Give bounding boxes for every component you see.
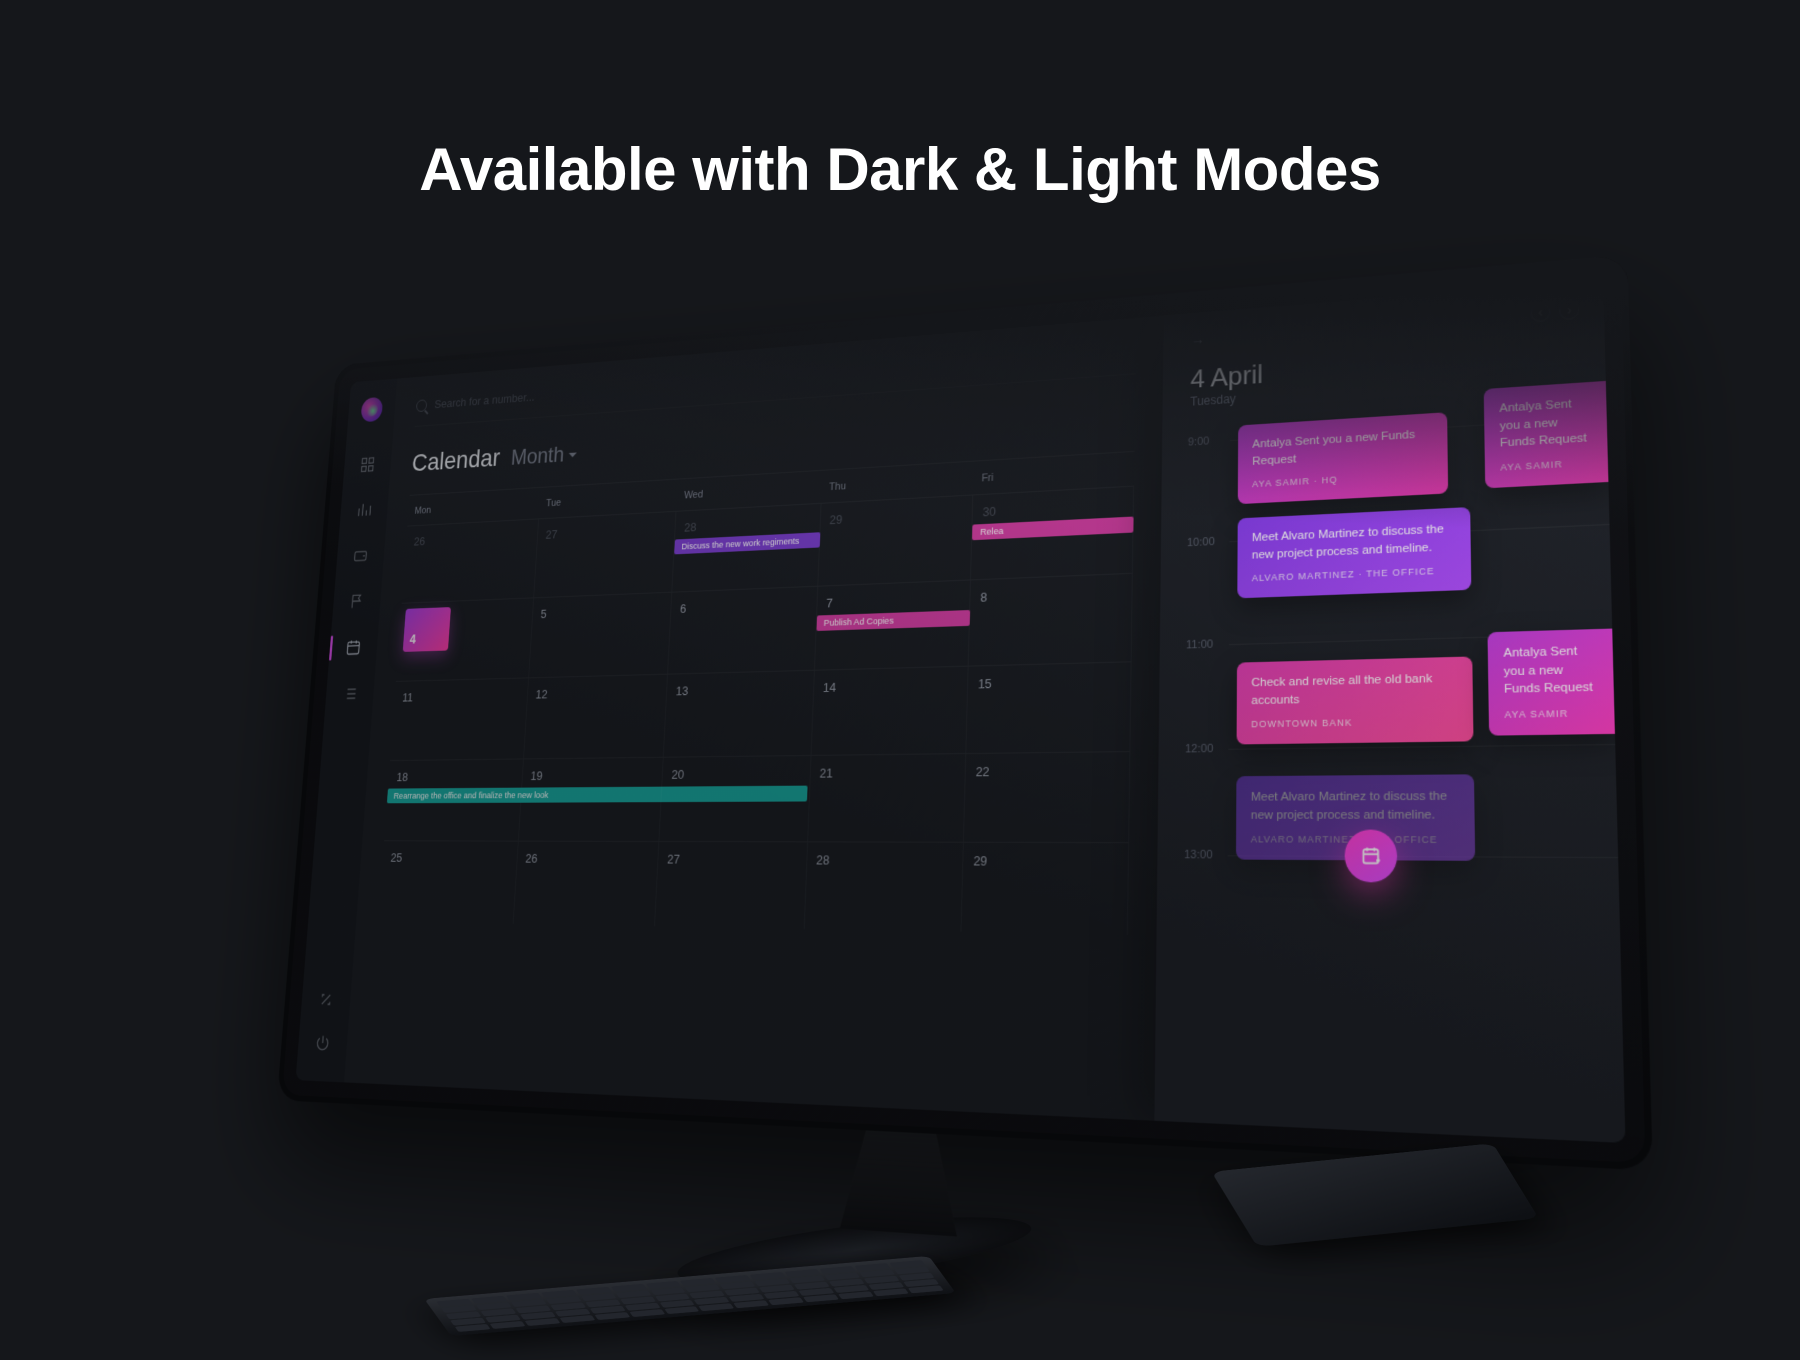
date-cell[interactable]: 28 [804, 842, 964, 931]
calendar-view-selector[interactable]: Month [510, 442, 578, 471]
agenda-card-title: Antalya Sent you a new Funds Request [1503, 642, 1597, 699]
date-cell[interactable]: 8 [969, 574, 1133, 666]
time-label: 10:00 [1187, 536, 1215, 549]
analytics-icon[interactable] [356, 501, 372, 519]
search-placeholder: Search for a number... [434, 390, 535, 411]
time-label: 13:00 [1184, 849, 1213, 862]
date-cell[interactable]: 27 [534, 512, 677, 598]
date-cell[interactable]: 5 [529, 593, 673, 678]
event-pill[interactable]: Publish Ad Copies [816, 610, 970, 631]
date-cell[interactable]: 29 [962, 843, 1129, 935]
date-number: 28 [684, 520, 697, 535]
prev-day-button[interactable]: ‹ [1530, 302, 1550, 322]
date-number: 18 [396, 770, 408, 784]
calendar-icon[interactable] [345, 638, 362, 656]
hero-title: Available with Dark & Light Modes [0, 135, 1800, 204]
search-icon [416, 399, 428, 412]
time-label: 9:00 [1188, 435, 1210, 448]
agenda-card[interactable]: Antalya Sent you a new Funds Request AYA… [1238, 412, 1448, 504]
agenda-card-title: Meet Alvaro Martinez to discuss the new … [1251, 788, 1459, 825]
date-number: 30 [982, 504, 996, 519]
date-cell[interactable]: 28 Discuss the new work regiments [672, 504, 821, 592]
calendar-pane: Search for a number... Calendar Month Mo… [344, 316, 1164, 1121]
flag-icon[interactable] [349, 592, 366, 610]
date-cell-today[interactable]: 4 [396, 598, 534, 681]
date-cell[interactable]: 27 [655, 842, 808, 929]
date-cell[interactable]: 26 [402, 519, 539, 602]
list-icon[interactable] [341, 685, 358, 703]
add-event-button[interactable] [1345, 830, 1398, 883]
agenda-card[interactable]: Antalya Sent you a new Funds Request AYA… [1484, 381, 1609, 489]
agenda-card-meta: AYA SAMIR · HQ [1252, 468, 1433, 491]
agenda-card-meta: AYA SAMIR [1500, 456, 1592, 475]
date-cell[interactable]: 12 [524, 675, 668, 759]
date-cell[interactable]: 30 Relea [971, 487, 1134, 580]
settings-icon[interactable] [318, 990, 335, 1009]
date-cell[interactable]: 11 [390, 678, 529, 760]
event-pill[interactable]: Discuss the new work regiments [674, 532, 820, 554]
date-cell[interactable]: 22 [964, 752, 1130, 842]
trackpad-mockup [1211, 1143, 1538, 1247]
date-cell[interactable]: 26 [513, 842, 659, 927]
app-logo[interactable] [360, 397, 383, 423]
date-cell[interactable]: 29 [818, 495, 974, 585]
agenda-card[interactable]: Antalya Sent you a new Funds Request AYA… [1487, 629, 1614, 736]
date-cell[interactable]: 13 [664, 671, 815, 757]
agenda-card-title: Meet Alvaro Martinez to discuss the new … [1252, 520, 1456, 564]
agenda-card-meta: ALVARO MARTINEZ · THE OFFICE [1252, 564, 1456, 586]
date-cell[interactable]: 19 [518, 758, 663, 841]
monitor-mockup: Search for a number... Calendar Month Mo… [277, 255, 1653, 1171]
calendar-title: Calendar [411, 443, 501, 477]
date-cell[interactable]: 18 Rearrange the office and finalize the… [384, 759, 523, 840]
agenda-pane: → ‹ › 4 April Tuesday 9:00 10:00 [1154, 279, 1625, 1143]
next-day-button[interactable]: › [1559, 300, 1579, 320]
event-pill[interactable]: Relea [972, 517, 1133, 541]
today-highlight: 4 [403, 607, 451, 652]
date-cell[interactable]: 15 [967, 662, 1132, 753]
agenda-card-title: Antalya Sent you a new Funds Request [1252, 426, 1432, 471]
date-cell[interactable]: 6 [668, 587, 818, 674]
agenda-card[interactable]: Check and revise all the old bank accoun… [1237, 656, 1474, 744]
agenda-card[interactable]: Meet Alvaro Martinez to discuss the new … [1237, 507, 1471, 599]
agenda-nav-back-icon[interactable]: → [1191, 331, 1205, 348]
agenda-card-title: Check and revise all the old bank accoun… [1251, 670, 1457, 710]
date-cell[interactable]: 14 [811, 667, 969, 755]
agenda-timeline: 9:00 10:00 11:00 12:00 13:00 Antalya Sen… [1184, 404, 1599, 1142]
time-label: 12:00 [1185, 743, 1213, 756]
power-icon[interactable] [314, 1033, 331, 1053]
agenda-card-meta: AYA SAMIR [1504, 706, 1598, 722]
date-cell[interactable]: 20 [660, 756, 812, 841]
wallet-icon[interactable] [352, 546, 368, 564]
time-label: 11:00 [1186, 638, 1213, 651]
date-cell[interactable]: 21 [808, 754, 967, 842]
agenda-card-meta: DOWNTOWN BANK [1251, 715, 1458, 732]
date-row: 18 Rearrange the office and finalize the… [384, 751, 1130, 842]
date-row: 25 26 27 28 29 [378, 840, 1129, 934]
date-cell[interactable]: 25 [378, 841, 518, 924]
date-cell[interactable]: 7 Publish Ad Copies [815, 580, 972, 669]
agenda-card-title: Antalya Sent you a new Funds Request [1499, 395, 1591, 453]
dashboard-icon[interactable] [359, 456, 375, 474]
date-number: 7 [826, 596, 833, 611]
